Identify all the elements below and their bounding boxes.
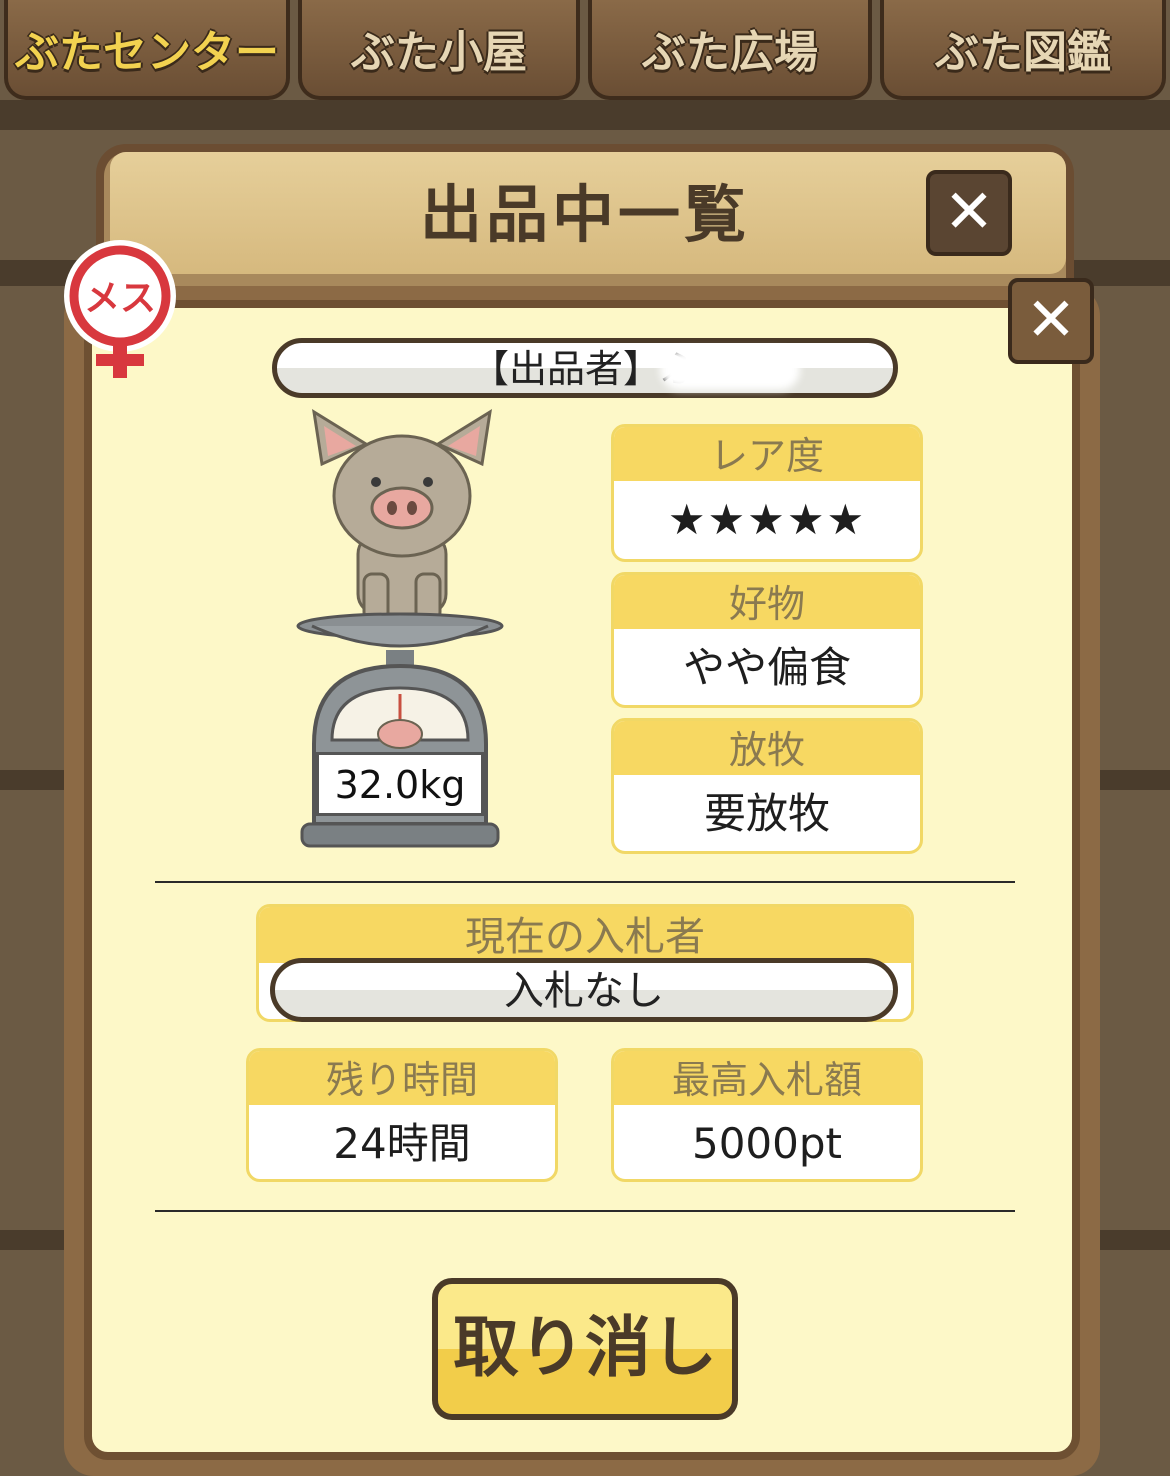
top-tab-bar: ぶたセンター ぶた小屋 ぶた広場 ぶた図鑑 (0, 0, 1170, 108)
grazing-value: 要放牧 (703, 789, 830, 838)
dialog-close-button[interactable]: ✕ (926, 170, 1012, 256)
gender-label: メス (84, 278, 156, 319)
favorite-food-label: 好物 (614, 575, 920, 629)
current-bidder-label: 現在の入札者 (259, 907, 911, 963)
divider (155, 881, 1015, 883)
grazing-box: 放牧 要放牧 (611, 718, 923, 854)
top-bid-box: 最高入札額 5000pt (611, 1048, 923, 1182)
top-bid-value: 5000pt (691, 1119, 842, 1168)
rarity-label: レア度 (614, 427, 920, 481)
tab-buta-center[interactable]: ぶたセンター (4, 0, 290, 100)
current-bidder-value: 入札なし (270, 958, 898, 1022)
rarity-box: レア度 ★★★★★ (611, 424, 923, 562)
top-bid-label: 最高入札額 (614, 1051, 920, 1105)
time-left-label: 残り時間 (249, 1051, 555, 1105)
tab-buta-hiroba[interactable]: ぶた広場 (588, 0, 872, 100)
divider (155, 1210, 1015, 1212)
favorite-food-value: やや偏食 (682, 643, 851, 692)
rarity-stars: ★★★★★ (667, 495, 867, 544)
weight-readout: 32.0kg (316, 752, 484, 816)
time-left-value: 24時間 (333, 1119, 471, 1168)
seller-field: 【出品者】ふ (272, 338, 898, 398)
tab-buta-zukan[interactable]: ぶた図鑑 (880, 0, 1166, 100)
female-icon: メス (50, 236, 190, 396)
card-close-button[interactable]: ✕ (1008, 278, 1094, 364)
dialog-title: 出品中一覧 (419, 178, 750, 251)
time-left-box: 残り時間 24時間 (246, 1048, 558, 1182)
seller-name-redaction (660, 350, 800, 390)
grazing-label: 放牧 (614, 721, 920, 775)
favorite-food-box: 好物 やや偏食 (611, 572, 923, 708)
cancel-listing-button[interactable]: 取り消し (432, 1278, 738, 1420)
tab-buta-koya[interactable]: ぶた小屋 (298, 0, 580, 100)
